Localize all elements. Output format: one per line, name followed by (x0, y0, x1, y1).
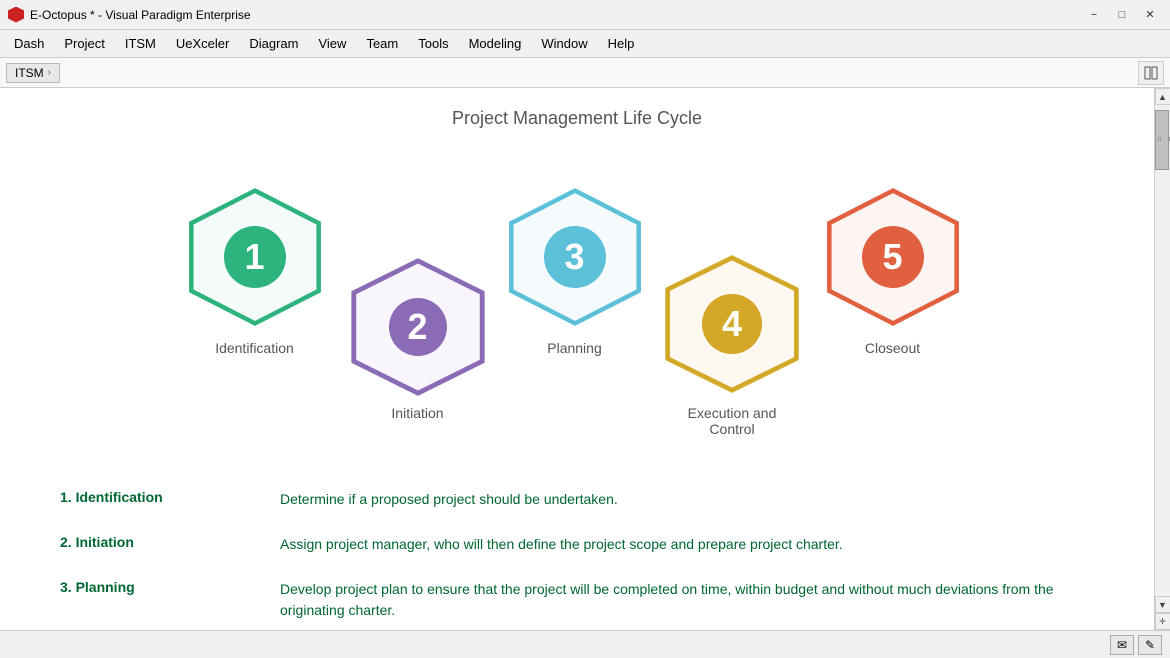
page-title: Project Management Life Cycle (40, 108, 1114, 129)
menu-window[interactable]: Window (531, 32, 597, 55)
scroll-up-button[interactable]: ▲ (1155, 88, 1170, 105)
edit-button[interactable]: ✎ (1138, 635, 1162, 655)
desc-item-1: 1. Identification Determine if a propose… (60, 489, 1094, 510)
menu-bar: Dash Project ITSM UeXceler Diagram View … (0, 30, 1170, 58)
scroll-thumb[interactable] (1155, 110, 1169, 170)
desc-item-3: 3. Planning Develop project plan to ensu… (60, 579, 1094, 621)
desc-text-3: Develop project plan to ensure that the … (280, 579, 1094, 621)
menu-view[interactable]: View (308, 32, 356, 55)
breadcrumb-itsm[interactable]: ITSM › (6, 63, 60, 83)
menu-itsm[interactable]: ITSM (115, 32, 166, 55)
menu-project[interactable]: Project (54, 32, 114, 55)
hex-3-label: Planning (547, 340, 602, 356)
menu-team[interactable]: Team (356, 32, 408, 55)
content-wrapper: Project Management Life Cycle 1 (0, 88, 1154, 630)
toolbar: ITSM › (0, 58, 1170, 88)
hex-5-label: Closeout (865, 340, 920, 356)
hex-2-label: Initiation (391, 405, 443, 421)
desc-label-2: 2. Initiation (60, 534, 260, 555)
hex-identification[interactable]: 1 Identification (177, 179, 332, 356)
scrollbar-track: ▲ ▼ ✛ (1154, 88, 1170, 630)
hex-4-label: Execution andControl (688, 405, 777, 437)
desc-item-2: 2. Initiation Assign project manager, wh… (60, 534, 1094, 555)
app-title: E-Octopus * - Visual Paradigm Enterprise (30, 8, 251, 22)
breadcrumb-arrow: › (48, 67, 51, 78)
main-area: Project Management Life Cycle 1 (0, 88, 1170, 630)
status-bar: ✉ ✎ (0, 630, 1170, 658)
edit-icon: ✎ (1145, 638, 1155, 652)
hex-execution[interactable]: 4 Execution andControl (657, 249, 807, 437)
menu-diagram[interactable]: Diagram (239, 32, 308, 55)
hex-1-label: Identification (215, 340, 294, 356)
toolbar-right (1138, 61, 1164, 85)
hex-initiation[interactable]: 2 Initiation (345, 254, 490, 421)
desc-label-1: 1. Identification (60, 489, 260, 510)
menu-uexceler[interactable]: UeXceler (166, 32, 239, 55)
desc-text-2: Assign project manager, who will then de… (280, 534, 1094, 555)
hex-closeout[interactable]: 5 Closeout (815, 179, 970, 356)
scroll-resize-corner: ✛ (1155, 613, 1170, 630)
window-controls: − □ ✕ (1082, 6, 1162, 24)
title-bar: E-Octopus * - Visual Paradigm Enterprise… (0, 0, 1170, 30)
hex-planning[interactable]: 3 Planning (497, 179, 652, 356)
description-list: 1. Identification Determine if a propose… (40, 489, 1114, 621)
desc-label-3: 3. Planning (60, 579, 260, 621)
minimize-button[interactable]: − (1082, 6, 1106, 24)
breadcrumb: ITSM › (6, 63, 60, 83)
desc-text-1: Determine if a proposed project should b… (280, 489, 1094, 510)
menu-dash[interactable]: Dash (4, 32, 54, 55)
menu-help[interactable]: Help (598, 32, 645, 55)
scroll-down-button[interactable]: ▼ (1155, 596, 1170, 613)
menu-modeling[interactable]: Modeling (459, 32, 532, 55)
app-icon (8, 7, 24, 23)
hexagon-diagram: 1 Identification 2 (40, 159, 1114, 459)
close-button[interactable]: ✕ (1138, 6, 1162, 24)
maximize-button[interactable]: □ (1110, 6, 1134, 24)
toolbar-panel-button[interactable] (1138, 61, 1164, 85)
menu-tools[interactable]: Tools (408, 32, 458, 55)
hex-container: 1 Identification 2 (127, 169, 1027, 449)
scroll-thumb-area (1155, 105, 1170, 596)
email-icon: ✉ (1117, 638, 1127, 652)
scroll-grip (1158, 137, 1170, 141)
email-button[interactable]: ✉ (1110, 635, 1134, 655)
